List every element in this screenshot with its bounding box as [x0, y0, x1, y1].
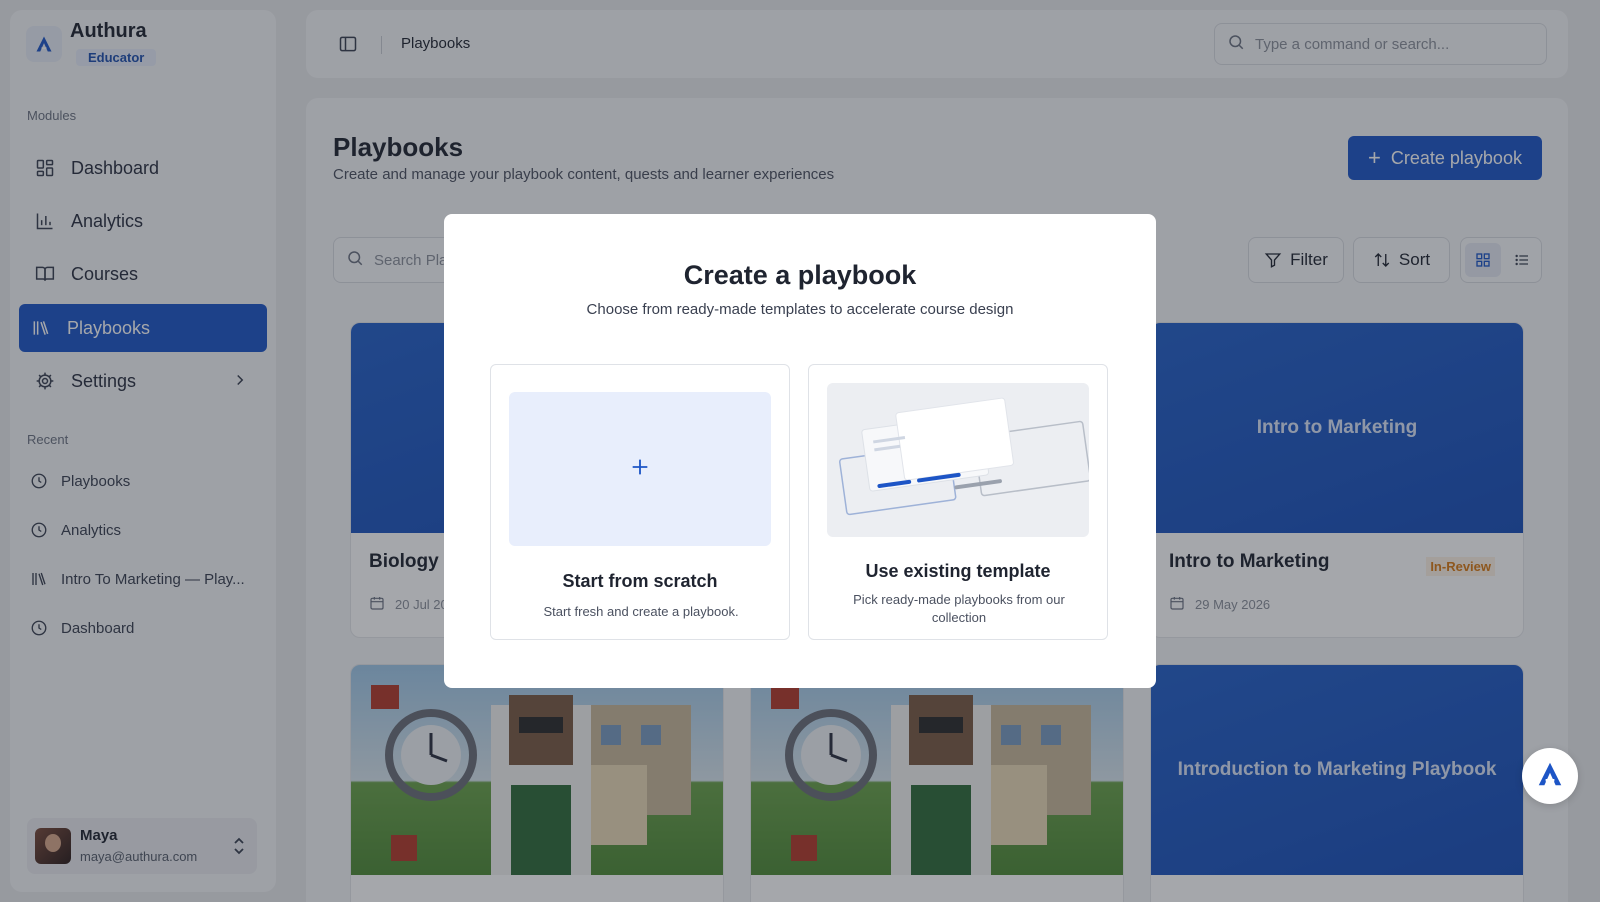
use-existing-template-option[interactable]: Use existing template Pick ready-made pl… — [808, 364, 1108, 640]
dialog-title: Create a playbook — [683, 260, 917, 290]
option-desc: Start fresh and create a playbook. — [543, 604, 739, 619]
option-title: Use existing template — [865, 561, 1051, 581]
assistant-launcher-button[interactable] — [1522, 748, 1578, 804]
dialog-subtitle: Choose from ready-made templates to acce… — [586, 301, 1014, 318]
start-from-scratch-option[interactable]: Start from scratch Start fresh and creat… — [490, 364, 790, 640]
authura-logo-icon — [1535, 759, 1565, 794]
create-playbook-dialog: Create a playbook Choose from ready-made… — [444, 214, 1156, 688]
option-title: Start from scratch — [562, 571, 718, 591]
plus-icon — [629, 456, 651, 483]
template-preview-icon — [827, 383, 1089, 537]
option-desc: Pick ready-made playbooks from our colle… — [853, 592, 1065, 625]
scratch-preview — [509, 392, 771, 546]
